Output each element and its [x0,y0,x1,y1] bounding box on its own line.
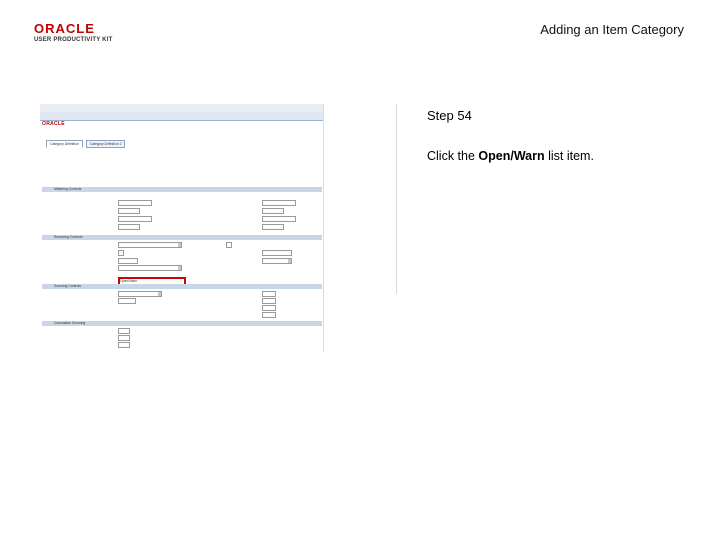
field[interactable] [118,335,130,341]
screenshot-oracle-logo: ORACLE [42,121,65,127]
field[interactable] [262,298,276,304]
field[interactable] [262,200,296,206]
section-label-receiving: Receiving Controls [54,235,83,239]
tab-category-definition-2[interactable]: Category Definition 2 [85,140,126,148]
section-bar-receiving [42,235,322,240]
section-bar-matching [42,187,322,192]
section-label-sourcing: Sourcing Controls [54,284,81,288]
field[interactable] [262,224,284,230]
instruction-suffix: list item. [544,149,594,163]
field[interactable] [118,298,136,304]
instruction-target: Open/Warn [478,149,545,163]
field[interactable] [118,342,130,348]
step-instruction: Click the Open/Warn list item. [427,149,594,163]
screenshot-tabs: Category Definition Category Definition … [46,140,127,148]
field[interactable] [118,200,152,206]
tab-category-definition[interactable]: Category Definition [46,140,83,148]
slide-title: Adding an Item Category [540,22,684,37]
logo-upk-text: USER PRODUCTIVITY KIT [34,37,113,43]
application-screenshot: ORACLE Category Definition Category Defi… [40,104,324,352]
field[interactable] [118,216,152,222]
dropdown[interactable] [118,291,162,297]
screenshot-nav-bar [40,112,323,121]
oracle-upk-logo: ORACLE USER PRODUCTIVITY KIT [34,22,124,43]
field[interactable] [262,305,276,311]
section-bar-sourcing [42,284,322,289]
field[interactable] [118,258,138,264]
checkbox[interactable] [118,250,124,256]
dropdown[interactable] [262,258,292,264]
step-title: Step 54 [427,108,472,123]
divider [396,104,397,294]
logo-oracle-text: ORACLE [34,21,95,36]
screenshot-top-bar [40,104,323,112]
receiving-dropdown[interactable] [118,265,182,271]
section-label-matching: Matching Controls [54,187,82,191]
field[interactable] [118,208,140,214]
field[interactable] [262,291,276,297]
section-label-cumulative: Cumulative Sourcing [54,321,86,325]
checkbox[interactable] [226,242,232,248]
field[interactable] [262,216,296,222]
field[interactable] [118,224,140,230]
open-warn-list-item[interactable]: Open/Warn [120,279,137,283]
instruction-prefix: Click the [427,149,479,163]
field[interactable] [262,208,284,214]
field[interactable] [262,312,276,318]
receiving-dropdown[interactable] [118,242,182,248]
field[interactable] [262,250,292,256]
field[interactable] [118,328,130,334]
